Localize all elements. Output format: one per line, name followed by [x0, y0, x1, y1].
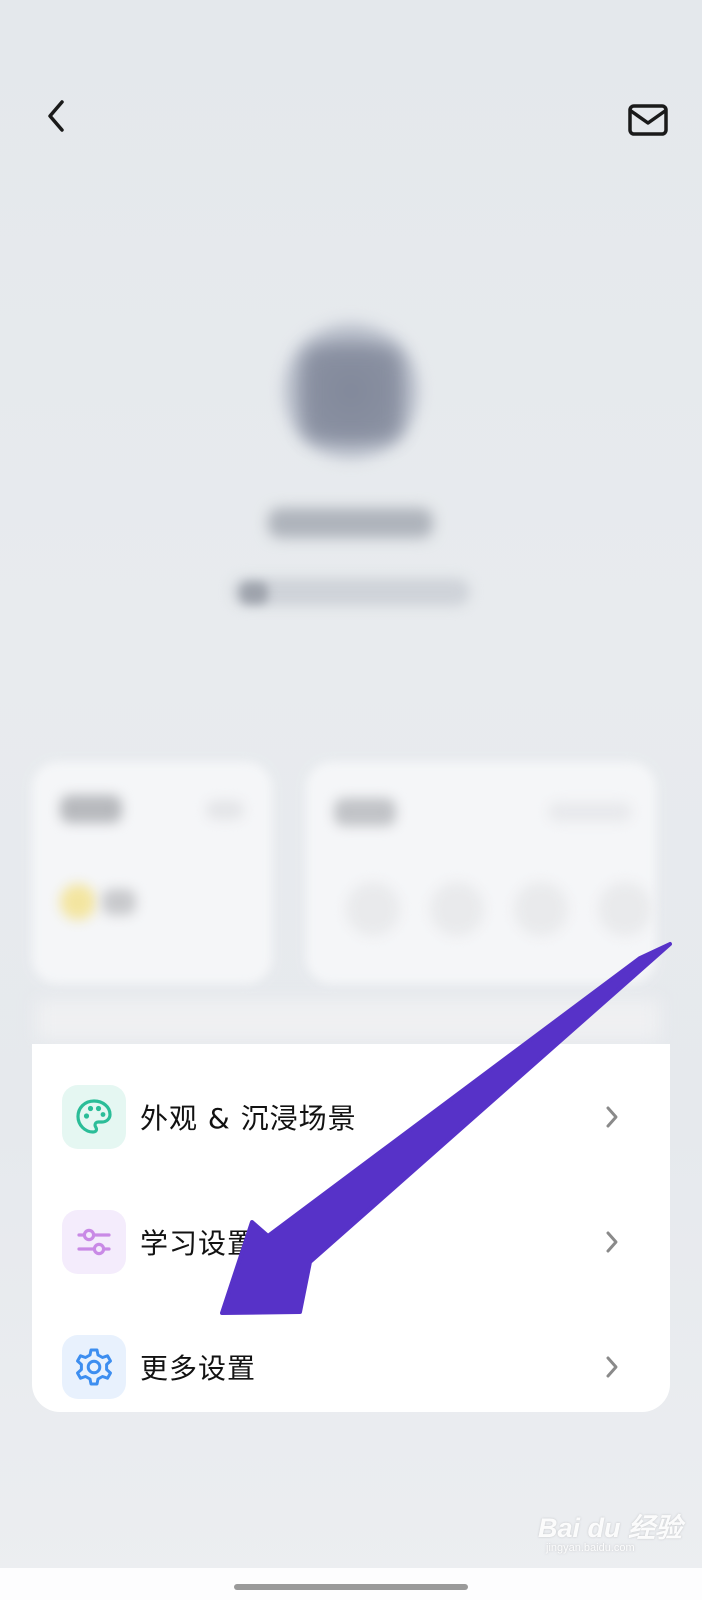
menu-item-label: 学习设置 [140, 1227, 257, 1260]
watermark-subtext: jingyan.baidu.com [546, 1542, 635, 1554]
study-settings-icon-box [62, 1210, 126, 1274]
blurred-subtitle [232, 578, 470, 606]
blurred-stats-card [306, 762, 656, 984]
settings-menu-card: 外观 & 沉浸场景 学习设置 更多设置 [32, 1044, 670, 1412]
blurred-profile-area [0, 0, 702, 1060]
envelope-icon [628, 104, 668, 136]
menu-item-label: 外观 & 沉浸场景 [140, 1102, 357, 1135]
sliders-icon [77, 1228, 111, 1256]
chevron-right-icon [600, 1222, 624, 1262]
more-settings-icon-box [62, 1335, 126, 1399]
gear-icon [76, 1348, 112, 1386]
back-button[interactable] [28, 88, 84, 144]
menu-item-appearance[interactable]: 外观 & 沉浸场景 [32, 1062, 670, 1172]
chevron-right-icon [600, 1347, 624, 1387]
menu-item-label: 更多设置 [140, 1352, 257, 1385]
appearance-icon-box [62, 1085, 126, 1149]
home-indicator[interactable] [234, 1584, 468, 1590]
palette-icon [76, 1099, 112, 1134]
watermark-text: Bai du 经验 [538, 1513, 683, 1543]
baidu-jingyan-watermark: Bai du 经验 jingyan.baidu.com [538, 1494, 688, 1564]
blurred-stats-card [32, 762, 272, 984]
blurred-username [268, 508, 433, 538]
messages-button[interactable] [620, 92, 676, 148]
avatar [282, 322, 420, 460]
menu-item-more-settings[interactable]: 更多设置 [32, 1312, 670, 1422]
chevron-left-icon [48, 100, 64, 132]
menu-item-study-settings[interactable]: 学习设置 [32, 1187, 670, 1297]
chevron-right-icon [600, 1097, 624, 1137]
